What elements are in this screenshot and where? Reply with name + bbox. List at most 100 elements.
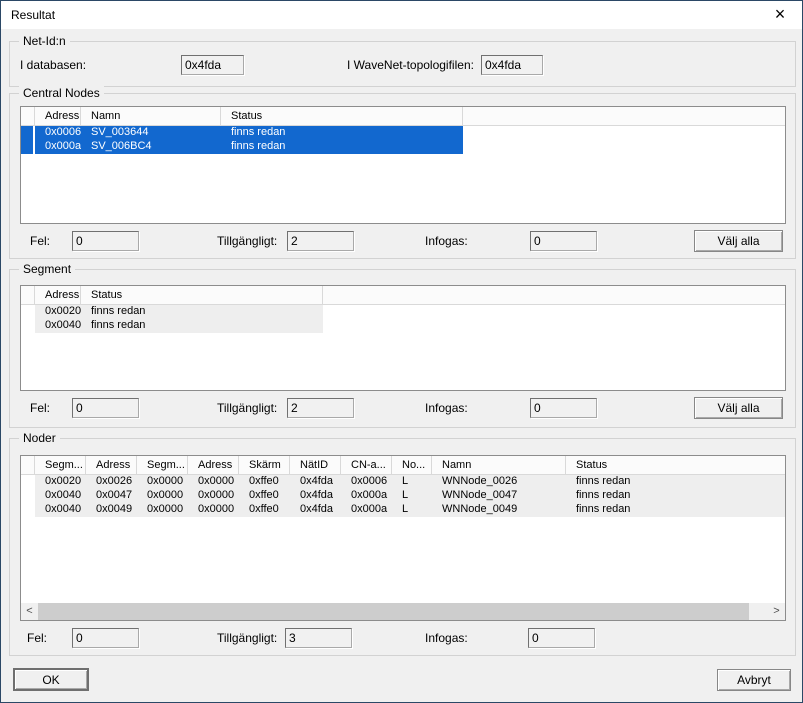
fel-field[interactable] [72, 628, 139, 648]
row-select-cell [21, 140, 35, 154]
infogas-label: Infogas: [425, 397, 468, 419]
horizontal-scrollbar[interactable]: < > [21, 603, 785, 620]
infogas-field[interactable] [530, 398, 597, 418]
tillgangligt-field[interactable] [287, 398, 354, 418]
fel-field[interactable] [72, 231, 139, 251]
scroll-right-icon[interactable]: > [768, 603, 785, 620]
cell-cn-adress: 0x0006 [341, 475, 392, 489]
cell-no: L [392, 489, 432, 503]
header-select-column [21, 107, 35, 125]
group-noder-label: Noder [19, 431, 60, 445]
group-segment-label: Segment [19, 262, 75, 276]
header-select-column [21, 456, 35, 474]
cell-skarm: 0xffe0 [239, 475, 290, 489]
cancel-button[interactable]: Avbryt [717, 669, 791, 691]
cell-segm-1: 0x0040 [35, 503, 86, 517]
header-cn-adress[interactable]: CN-a... [341, 456, 392, 474]
cell-namn: SV_006BC4 [81, 140, 221, 154]
table-row[interactable]: 0x0020 0x0026 0x0000 0x0000 0xffe0 0x4fd… [21, 475, 785, 489]
cell-segm-2: 0x0000 [137, 475, 188, 489]
tillgangligt-field[interactable] [287, 231, 354, 251]
header-segm-1[interactable]: Segm... [35, 456, 86, 474]
dialog-resultat: Resultat × Net-Id:n I databasen: I WaveN… [0, 0, 803, 703]
cell-status: finns redan [81, 319, 323, 333]
close-icon[interactable]: × [767, 3, 793, 27]
window-title: Resultat [11, 8, 55, 22]
fel-label: Fel: [30, 397, 50, 419]
select-all-button[interactable]: Välj alla [694, 230, 783, 252]
header-namn[interactable]: Namn [81, 107, 221, 125]
group-net-ids: Net-Id:n I databasen: I WaveNet-topologi… [9, 41, 796, 87]
infogas-field[interactable] [528, 628, 595, 648]
cell-no: L [392, 503, 432, 517]
cell-cn-adress: 0x000a [341, 503, 392, 517]
cell-namn: WNNode_0049 [432, 503, 566, 517]
fel-field[interactable] [72, 398, 139, 418]
table-row[interactable]: 0x000a SV_006BC4 finns redan [21, 140, 785, 154]
ok-button[interactable]: OK [13, 668, 89, 691]
cell-skarm: 0xffe0 [239, 503, 290, 517]
row-select-cell [21, 475, 35, 489]
header-filler [463, 107, 785, 125]
db-netid-field[interactable] [181, 55, 244, 75]
header-skarm[interactable]: Skärm [239, 456, 290, 474]
header-adress-1[interactable]: Adress [86, 456, 137, 474]
central-nodes-stats: Fel: Tillgängligt: Infogas: Välj alla [10, 230, 795, 252]
table-row[interactable]: 0x0006 SV_003644 finns redan [21, 126, 785, 140]
tillgangligt-label: Tillgängligt: [217, 627, 277, 649]
noder-header: Segm... Adress Segm... Adress Skärm NätI… [21, 456, 785, 475]
cell-adress-1: 0x0049 [86, 503, 137, 517]
cell-status: finns redan [221, 126, 463, 140]
header-namn[interactable]: Namn [432, 456, 566, 474]
cell-status: finns redan [566, 475, 785, 489]
row-select-cell [21, 503, 35, 517]
noder-table: Segm... Adress Segm... Adress Skärm NätI… [20, 455, 786, 621]
table-row[interactable]: 0x0020 finns redan [21, 305, 785, 319]
infogas-field[interactable] [530, 231, 597, 251]
header-adress[interactable]: Adress [35, 286, 81, 304]
header-segm-2[interactable]: Segm... [137, 456, 188, 474]
cell-segm-2: 0x0000 [137, 503, 188, 517]
header-filler [323, 286, 785, 304]
cell-status: finns redan [81, 305, 323, 319]
segment-stats: Fel: Tillgängligt: Infogas: Välj alla [10, 397, 795, 419]
noder-stats: Fel: Tillgängligt: Infogas: [10, 627, 795, 649]
table-row[interactable]: 0x0040 0x0049 0x0000 0x0000 0xffe0 0x4fd… [21, 503, 785, 517]
cell-no: L [392, 475, 432, 489]
header-no[interactable]: No... [392, 456, 432, 474]
scrollbar-thumb[interactable] [38, 603, 749, 620]
cell-status: finns redan [221, 140, 463, 154]
title-bar: Resultat × [1, 1, 802, 29]
row-select-cell [21, 305, 35, 319]
header-status[interactable]: Status [221, 107, 463, 125]
cell-adress-2: 0x0000 [188, 489, 239, 503]
cell-natid: 0x4fda [290, 503, 341, 517]
select-all-button[interactable]: Välj alla [694, 397, 783, 419]
header-adress-2[interactable]: Adress [188, 456, 239, 474]
cell-adress: 0x0040 [35, 319, 81, 333]
infogas-label: Infogas: [425, 627, 468, 649]
cell-adress-2: 0x0000 [188, 475, 239, 489]
fel-label: Fel: [30, 230, 50, 252]
cell-adress: 0x0020 [35, 305, 81, 319]
infogas-label: Infogas: [425, 230, 468, 252]
header-status[interactable]: Status [81, 286, 323, 304]
topofile-netid-field[interactable] [481, 55, 543, 75]
group-noder: Noder Segm... Adress Segm... Adress Skär… [9, 438, 796, 656]
segment-header: Adress Status [21, 286, 785, 305]
segment-table: Adress Status 0x0020 finns redan 0x0040 … [20, 285, 786, 391]
tillgangligt-label: Tillgängligt: [217, 397, 277, 419]
header-natid[interactable]: NätID [290, 456, 341, 474]
cell-namn: WNNode_0047 [432, 489, 566, 503]
tillgangligt-field[interactable] [285, 628, 352, 648]
tillgangligt-label: Tillgängligt: [217, 230, 277, 252]
header-select-column [21, 286, 35, 304]
table-row[interactable]: 0x0040 0x0047 0x0000 0x0000 0xffe0 0x4fd… [21, 489, 785, 503]
cell-adress: 0x0006 [35, 126, 81, 140]
header-status[interactable]: Status [566, 456, 785, 474]
scroll-left-icon[interactable]: < [21, 603, 38, 620]
header-adress[interactable]: Adress [35, 107, 81, 125]
table-row[interactable]: 0x0040 finns redan [21, 319, 785, 333]
row-select-cell [21, 319, 35, 333]
cell-namn: SV_003644 [81, 126, 221, 140]
